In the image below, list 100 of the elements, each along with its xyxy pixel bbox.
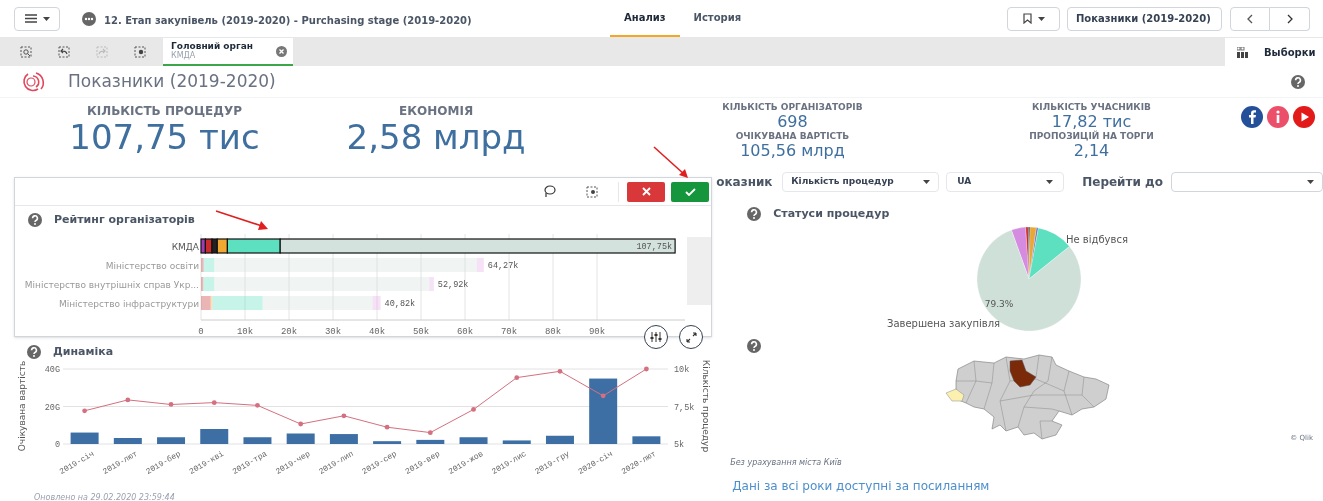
axis-tick-label: 40G bbox=[44, 365, 60, 375]
chevron-left-icon bbox=[1247, 13, 1253, 24]
step-back-icon[interactable] bbox=[58, 46, 70, 58]
caret-icon bbox=[1307, 180, 1314, 184]
facebook-icon[interactable] bbox=[1241, 106, 1263, 128]
expand-button[interactable] bbox=[679, 325, 703, 349]
data-link[interactable]: Дані за всі роки доступні за посиланням bbox=[732, 479, 990, 493]
help-icon[interactable] bbox=[747, 339, 762, 353]
help-icon[interactable] bbox=[747, 207, 762, 221]
cancel-selection-button[interactable] bbox=[627, 181, 665, 202]
filter-label: Перейти до bbox=[1082, 174, 1163, 191]
chip-value: КМДА bbox=[171, 51, 197, 61]
data-point[interactable] bbox=[557, 368, 563, 374]
data-point[interactable] bbox=[384, 424, 390, 430]
axis-tick-label: 5k bbox=[674, 440, 685, 450]
caret-icon bbox=[1046, 180, 1054, 184]
confirm-selection-button[interactable] bbox=[671, 181, 709, 202]
app-title: 12. Етап закупівель (2019-2020) - Purchasing stage (2019-2020) bbox=[104, 14, 472, 26]
axis-tick-label: 60k bbox=[456, 327, 474, 336]
info-icon[interactable] bbox=[1267, 106, 1289, 128]
data-point[interactable] bbox=[471, 407, 476, 412]
caret-icon bbox=[1037, 16, 1045, 21]
video-play-icon[interactable] bbox=[1293, 106, 1315, 128]
axis-title: Кількість процедур bbox=[701, 360, 711, 453]
map-drawing[interactable] bbox=[945, 354, 1110, 440]
check-icon bbox=[684, 187, 696, 196]
clear-selections-icon[interactable] bbox=[134, 46, 146, 58]
smart-search-icon[interactable] bbox=[20, 46, 32, 58]
category-label[interactable]: КМДА bbox=[171, 241, 199, 252]
tab[interactable]: История bbox=[679, 0, 756, 37]
annotation-arrow bbox=[652, 145, 690, 179]
bar[interactable] bbox=[216, 238, 228, 254]
data-point[interactable] bbox=[82, 408, 87, 414]
menu-icon bbox=[24, 14, 37, 23]
axis-tick-label: 50k bbox=[412, 327, 430, 336]
kpi-value: 698 bbox=[777, 113, 808, 131]
selection-chip[interactable]: Головний орган КМДА bbox=[163, 38, 293, 66]
chip-field: Головний орган bbox=[171, 41, 253, 51]
next-button[interactable] bbox=[1270, 6, 1310, 31]
data-point[interactable] bbox=[644, 366, 649, 372]
indicator-dropdown[interactable]: Кількість процедур bbox=[782, 172, 940, 192]
bar[interactable] bbox=[113, 438, 142, 444]
bar[interactable] bbox=[157, 437, 186, 444]
data-point[interactable] bbox=[211, 400, 217, 406]
data-point[interactable] bbox=[168, 402, 174, 407]
axis-title: Очікувана вартість bbox=[17, 360, 27, 452]
data-point[interactable] bbox=[427, 430, 433, 436]
axis-tick-label: 20G bbox=[44, 402, 60, 413]
map-note: Без урахування міста Київ bbox=[730, 458, 842, 467]
kpi-value: 105,56 млрд bbox=[740, 142, 845, 160]
data-point[interactable] bbox=[298, 421, 304, 427]
axis-tick-label: 30k bbox=[324, 327, 342, 336]
data-point[interactable] bbox=[514, 375, 520, 381]
help-icon[interactable] bbox=[1291, 74, 1305, 89]
scrollbar-track[interactable] bbox=[687, 237, 711, 305]
axis-tick-label: 80k bbox=[544, 327, 562, 336]
kpi-label: ОЧІКУВАНА ВАРТІСТЬ bbox=[735, 131, 850, 142]
chart-title: Статуси процедур bbox=[773, 205, 890, 222]
data-point[interactable] bbox=[125, 397, 131, 403]
menu-button[interactable] bbox=[14, 6, 60, 31]
filter-label: оказник bbox=[716, 174, 774, 191]
bar[interactable] bbox=[211, 238, 218, 254]
value-label: 52,92k bbox=[437, 280, 469, 290]
help-icon[interactable] bbox=[27, 345, 41, 359]
update-timestamp: Оновлено на 29.02.2020 23:59:44 bbox=[34, 493, 175, 501]
axis-tick-label: 10k bbox=[674, 365, 690, 375]
axis-tick-label: 0 bbox=[54, 440, 60, 450]
percent-label: 79.3% bbox=[984, 299, 1014, 309]
data-point[interactable] bbox=[341, 413, 347, 419]
bar[interactable] bbox=[329, 434, 358, 444]
slice-label: Завершена закупівля bbox=[887, 318, 1001, 329]
clear-icon[interactable] bbox=[276, 45, 287, 57]
bar[interactable] bbox=[416, 439, 445, 444]
caret-icon bbox=[42, 16, 50, 21]
app-icon bbox=[82, 11, 96, 26]
caret-icon bbox=[923, 180, 931, 184]
select-area-icon[interactable] bbox=[586, 185, 598, 198]
region-dropdown[interactable]: UA bbox=[946, 172, 1065, 192]
bar[interactable] bbox=[200, 238, 206, 254]
grid-icon bbox=[1237, 46, 1248, 58]
bar[interactable] bbox=[373, 441, 402, 444]
bar[interactable] bbox=[589, 378, 618, 444]
sheet-selector[interactable]: Показники (2019-2020) bbox=[1067, 6, 1222, 31]
kpi-label: ЕКОНОМІЯ bbox=[399, 104, 474, 118]
value-label: 64,27k bbox=[487, 261, 519, 271]
bar[interactable] bbox=[545, 435, 574, 444]
chevron-right-icon bbox=[1286, 13, 1293, 24]
help-icon[interactable] bbox=[28, 213, 42, 227]
exploration-button[interactable] bbox=[644, 325, 668, 349]
lasso-icon[interactable] bbox=[543, 185, 556, 198]
bar[interactable] bbox=[279, 238, 676, 254]
kpi-value: 2,58 млрд bbox=[346, 118, 526, 156]
kpi-value: 2,14 bbox=[1073, 142, 1110, 160]
bookmark-button[interactable] bbox=[1007, 6, 1060, 31]
bar[interactable] bbox=[226, 238, 281, 254]
axis-tick-label: 7,5k bbox=[674, 402, 695, 413]
value-label: 107,75k bbox=[636, 242, 673, 252]
previous-button[interactable] bbox=[1230, 6, 1270, 31]
data-point[interactable] bbox=[255, 402, 260, 408]
sliders-icon bbox=[650, 331, 662, 343]
